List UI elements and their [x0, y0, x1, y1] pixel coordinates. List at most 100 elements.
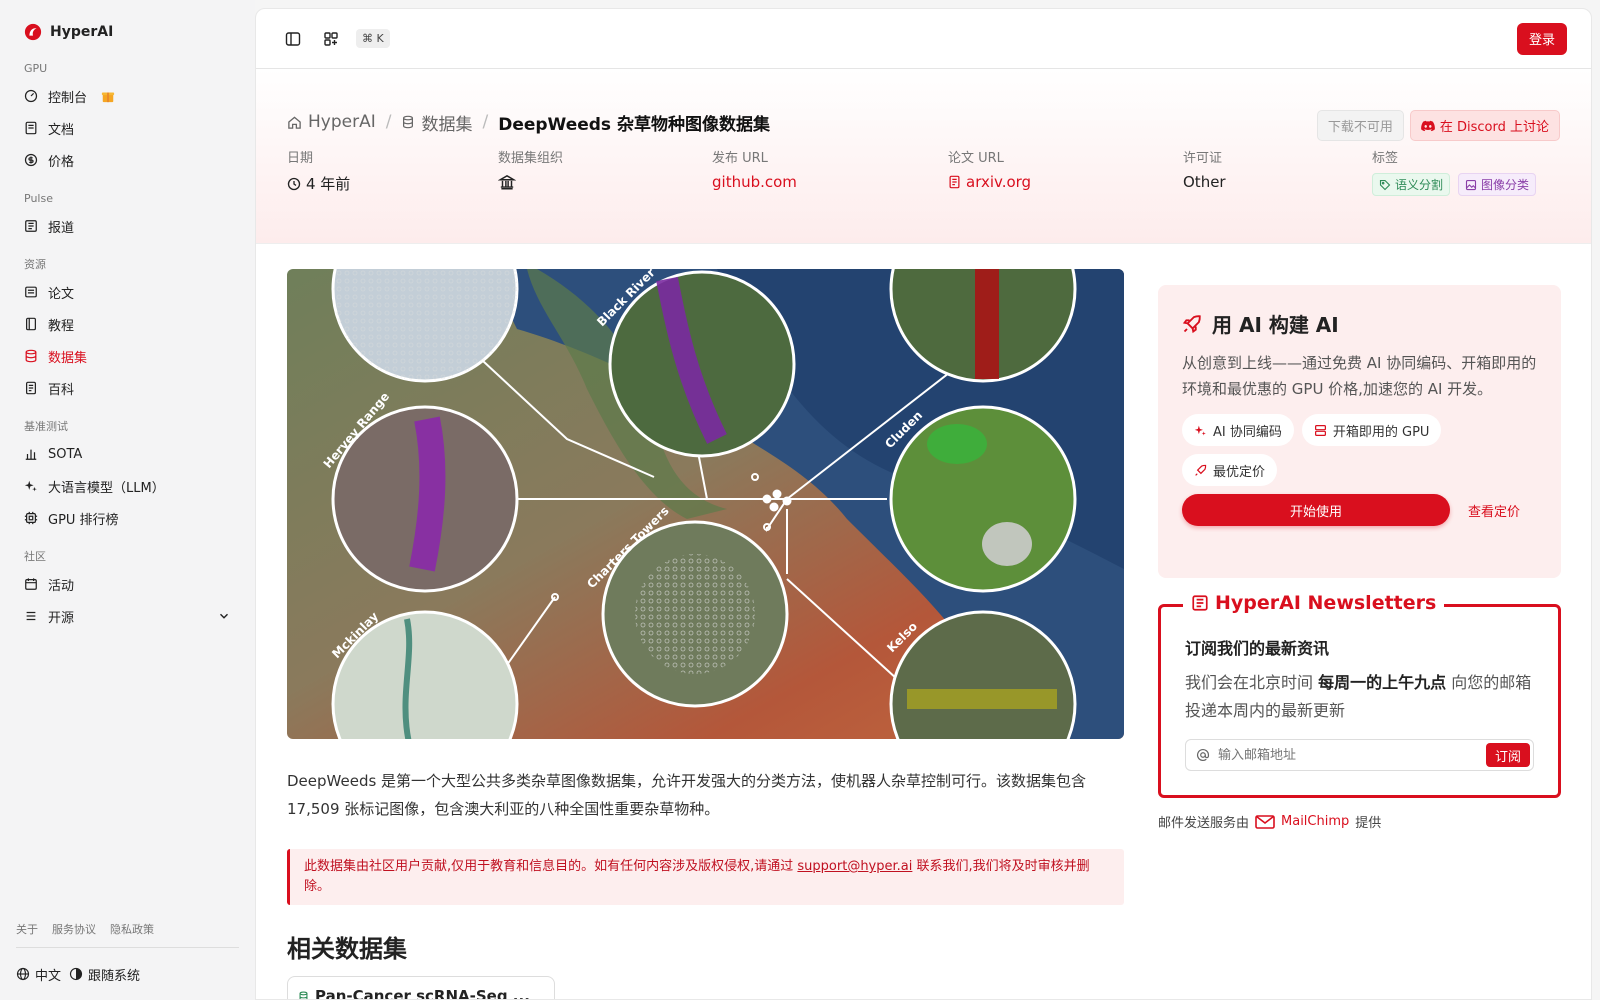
paper-url-link[interactable]: arxiv.org [948, 173, 1031, 191]
sidebar-item-events[interactable]: 活动 [16, 568, 239, 600]
footer-links: 关于 服务协议 隐私政策 [16, 921, 239, 948]
mail-icon [1255, 814, 1275, 829]
chip-label: AI 协同编码 [1213, 424, 1282, 440]
apps-button[interactable] [318, 26, 344, 52]
news-icon [25, 220, 37, 232]
dollar-icon [24, 153, 38, 167]
footer-link-terms[interactable]: 服务协议 [52, 921, 96, 937]
doc-icon [25, 121, 37, 135]
get-started-button[interactable]: 开始使用 [1182, 494, 1450, 526]
newsletter-desc-1: 我们会在北京时间 [1185, 673, 1319, 692]
related-datasets-title: 相关数据集 [287, 935, 407, 963]
sidebar-item-label: 教程 [48, 318, 75, 334]
language-switcher[interactable]: 中文 [16, 965, 61, 984]
chip-pricing: 最优定价 [1182, 454, 1278, 486]
sidebar-item-label: 价格 [48, 154, 75, 170]
meta-paper-url: 论文 URL arxiv.org [948, 147, 1031, 191]
login-button[interactable]: 登录 [1516, 22, 1567, 55]
meta-org: 数据集组织 [498, 147, 563, 191]
sidebar-item-llm[interactable]: 大语言模型（LLM） [16, 470, 239, 502]
newsletter-title: HyperAI Newsletters [1183, 592, 1445, 614]
list-icon [26, 611, 36, 621]
sidebar-item-news[interactable]: 报道 [16, 210, 239, 242]
breadcrumb-label: HyperAI [308, 112, 376, 132]
sidebar-item-label: 大语言模型（LLM） [48, 480, 165, 496]
view-pricing-link[interactable]: 查看定价 [1468, 501, 1520, 520]
sidebar-item-sota[interactable]: SOTA [16, 438, 239, 470]
build-ai-actions: 开始使用 查看定价 [1182, 494, 1537, 526]
hyperai-logo-icon [24, 23, 42, 41]
date-text: 4 年前 [306, 175, 351, 193]
breadcrumb-separator: / [482, 112, 489, 132]
sparkle-icon [24, 480, 37, 492]
sidebar-item-label: 文档 [48, 122, 75, 138]
sidebar-item-papers[interactable]: 论文 [16, 276, 239, 308]
toggle-sidebar-button[interactable] [280, 26, 306, 52]
newsletter-desc-bold: 每周一的上午九点 [1318, 673, 1447, 692]
page-title: DeepWeeds 杂草物种图像数据集 [498, 114, 770, 135]
sidebar: HyperAI GPU 控制台 文档 价格 Pulse 报道 资源 论文 教程 … [0, 0, 255, 1000]
sidebar-item-datasets[interactable]: 数据集 [16, 340, 239, 372]
related-dataset-card[interactable]: Pan-Cancer scRNA-Seq ... [287, 976, 555, 999]
mailchimp-link[interactable]: MailChimp [1255, 814, 1349, 829]
breadcrumb-datasets[interactable]: 数据集 [401, 110, 472, 135]
apps-icon [324, 31, 338, 46]
database-icon [25, 349, 37, 363]
clock-icon [287, 177, 301, 190]
sidebar-item-label: 数据集 [48, 350, 88, 366]
dataset-meta: 日期 4 年前 数据集组织 发布 URL github.com 论文 URL a… [287, 147, 1560, 207]
sidebar-item-console[interactable]: 控制台 [16, 80, 239, 112]
meta-tags-label: 标签 [1372, 151, 1399, 166]
powered-text-2: 提供 [1355, 816, 1382, 831]
search-shortcut[interactable]: ⌘ K [356, 29, 390, 48]
chip-label: 最优定价 [1213, 464, 1266, 480]
sidebar-item-open-source[interactable]: 开源 [16, 600, 239, 632]
meta-date-label: 日期 [287, 151, 314, 166]
sidebar-item-label: 论文 [48, 286, 75, 302]
footer-link-about[interactable]: 关于 [16, 921, 38, 937]
sidebar-item-label: 控制台 [48, 90, 88, 106]
discord-icon [1420, 120, 1435, 131]
globe-icon [16, 967, 30, 981]
right-column: 用 AI 构建 AI 从创意到上线——通过免费 AI 协同编码、开箱即用的环境和… [1158, 285, 1561, 831]
dataset-figure: Black River Hervey Range Cluden Charters… [287, 269, 1124, 739]
brand[interactable]: HyperAI [16, 18, 239, 46]
tag-image-classification[interactable]: 图像分类 [1458, 173, 1537, 196]
meta-date-value: 4 年前 [287, 173, 350, 194]
tag-label: 图像分类 [1481, 178, 1530, 192]
dashboard-icon [24, 89, 38, 103]
newsletter-box: HyperAI Newsletters 订阅我们的最新资讯 我们会在北京时间 每… [1158, 592, 1561, 798]
section-label-gpu: GPU [24, 62, 48, 75]
sidebar-item-label: SOTA [48, 446, 83, 462]
institution-icon [498, 174, 516, 190]
book-icon [26, 317, 36, 331]
section-label-community: 社区 [24, 550, 46, 563]
sidebar-item-tutorials[interactable]: 教程 [16, 308, 239, 340]
chip-ai-coding: AI 协同编码 [1182, 414, 1294, 446]
discord-button[interactable]: 在 Discord 上讨论 [1409, 110, 1560, 141]
meta-date: 日期 4 年前 [287, 147, 350, 194]
sidebar-item-label: GPU 排行榜 [48, 512, 119, 528]
tag-semantic-segmentation[interactable]: 语义分割 [1372, 173, 1451, 196]
download-button[interactable]: 下载不可用 [1316, 110, 1404, 141]
sidebar-item-wiki[interactable]: 百科 [16, 372, 239, 404]
rocket-icon [1182, 314, 1201, 333]
breadcrumb-home[interactable]: HyperAI [287, 112, 376, 132]
sidebar-item-gpu-leaderboard[interactable]: GPU 排行榜 [16, 502, 239, 534]
publish-url-link[interactable]: github.com [712, 173, 797, 191]
server-icon [1314, 424, 1326, 436]
sidebar-item-docs[interactable]: 文档 [16, 112, 239, 144]
section-label-benchmarks: 基准测试 [24, 420, 68, 433]
breadcrumb-separator: / [385, 112, 392, 132]
theme-switcher[interactable]: 跟随系统 [69, 965, 140, 984]
meta-org-value [498, 173, 563, 191]
email-input[interactable] [1218, 747, 1486, 763]
wiki-icon [26, 381, 36, 395]
subscribe-button[interactable]: 订阅 [1485, 743, 1530, 767]
tag-icon [1379, 179, 1391, 190]
sidebar-item-pricing[interactable]: 价格 [16, 144, 239, 176]
footer-link-privacy[interactable]: 隐私政策 [110, 921, 154, 937]
chevron-down-icon[interactable] [217, 609, 231, 623]
newsletter-title-text: HyperAI Newsletters [1215, 592, 1437, 614]
support-email-link[interactable]: support@hyper.ai [797, 859, 912, 874]
